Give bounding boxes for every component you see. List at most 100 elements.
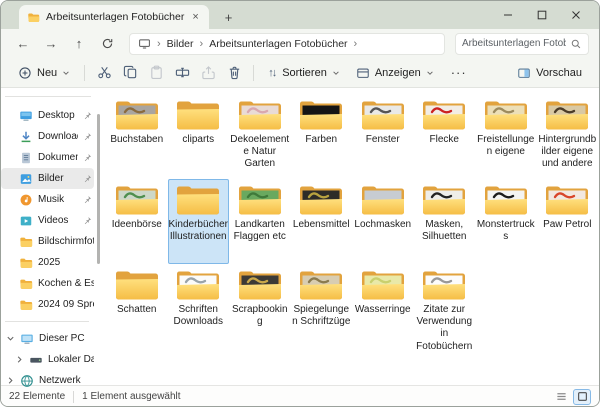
folder-schriften-downloads[interactable]: Schriften Downloads bbox=[168, 264, 230, 349]
share-icon[interactable] bbox=[196, 61, 220, 85]
search-box bbox=[455, 33, 589, 55]
folder-icon bbox=[27, 11, 40, 24]
folder-content-area: BuchstabenclipartsDekoelemente Natur Gar… bbox=[101, 88, 599, 385]
preview-button[interactable]: Vorschau bbox=[510, 61, 589, 85]
sidebar-item-dieser-pc[interactable]: Dieser PC bbox=[1, 328, 94, 349]
sidebar-item-label: Lokaler Datent bbox=[48, 354, 94, 365]
folder-buchstaben[interactable]: Buchstaben bbox=[106, 94, 168, 179]
sidebar-item-label: Desktop bbox=[38, 110, 78, 121]
pin-icon bbox=[83, 153, 92, 162]
back-icon[interactable]: ← bbox=[11, 33, 35, 55]
chevron-right-icon[interactable]: › bbox=[354, 38, 358, 50]
folder-name: Hintergrundbilder eigene und andere bbox=[537, 134, 597, 171]
folder-kinderbücher-illustrationen[interactable]: Kinderbücher Illustrationen bbox=[168, 179, 230, 264]
monitor-icon bbox=[138, 37, 151, 50]
sidebar-item-bilder[interactable]: Bilder bbox=[1, 168, 94, 189]
folder-flecke[interactable]: Flecke bbox=[414, 94, 476, 179]
folder-fenster[interactable]: Fenster bbox=[352, 94, 414, 179]
copy-icon[interactable] bbox=[118, 61, 142, 85]
drive-icon bbox=[29, 353, 43, 367]
folder-ideenbörse[interactable]: Ideenbörse bbox=[106, 179, 168, 264]
folder-scrapbooking[interactable]: Scrapbooking bbox=[229, 264, 291, 349]
folder-cliparts[interactable]: cliparts bbox=[168, 94, 230, 179]
folder-icon bbox=[19, 256, 33, 270]
sidebar-item-netzwerk[interactable]: Netzwerk bbox=[1, 370, 94, 391]
search-input[interactable] bbox=[462, 38, 566, 49]
folder-dekoelemente-natur-garten[interactable]: Dekoelemente Natur Garten bbox=[229, 94, 291, 179]
folder-hintergrundbilder-eigene-und-andere[interactable]: Hintergrundbilder eigene und andere bbox=[537, 94, 599, 179]
folder-monstertrucks[interactable]: Monstertrucks bbox=[475, 179, 537, 264]
folder-wasserringe[interactable]: Wasserringe bbox=[352, 264, 414, 349]
sidebar-item-label: 2025 bbox=[38, 257, 94, 268]
folder-name: Spiegelungen Schriftzüge bbox=[291, 304, 351, 328]
forward-icon[interactable]: → bbox=[39, 33, 63, 55]
sidebar-item-label: Dieser PC bbox=[39, 333, 94, 344]
document-icon bbox=[19, 151, 33, 165]
folder-name: Flecke bbox=[414, 134, 474, 146]
pin-icon bbox=[83, 216, 92, 225]
folder-freistellungen-eigene[interactable]: Freistellungen eigene bbox=[475, 94, 537, 179]
up-icon[interactable]: ↑ bbox=[67, 33, 91, 55]
delete-icon[interactable] bbox=[222, 61, 246, 85]
new-button[interactable]: Neu bbox=[11, 61, 77, 85]
chevron-down-icon bbox=[332, 69, 340, 77]
folder-name: Dekoelemente Natur Garten bbox=[230, 134, 290, 171]
close-tab-icon[interactable]: × bbox=[190, 12, 200, 23]
rename-icon[interactable] bbox=[170, 61, 194, 85]
pin-icon bbox=[83, 111, 92, 120]
sidebar-item-lokaler-datent[interactable]: Lokaler Datent bbox=[1, 349, 94, 370]
folder-schatten[interactable]: Schatten bbox=[106, 264, 168, 349]
more-options-icon[interactable]: ··· bbox=[443, 65, 475, 80]
chevron-down-icon[interactable] bbox=[6, 334, 15, 343]
sort-button[interactable]: ↑↓ Sortieren bbox=[261, 61, 347, 85]
sidebar-item-dokumente[interactable]: Dokumente bbox=[1, 147, 94, 168]
folder-icon bbox=[19, 277, 33, 291]
chevron-right-icon[interactable] bbox=[6, 376, 15, 385]
new-tab-button[interactable]: + bbox=[219, 10, 239, 25]
breadcrumb-bilder[interactable]: Bilder bbox=[167, 38, 194, 50]
sidebar-item-desktop[interactable]: Desktop bbox=[1, 105, 94, 126]
navigation-pane: Desktop Downloads DokumenteBilderMusikVide… bbox=[1, 88, 101, 385]
sidebar-item-2025[interactable]: 2025 bbox=[1, 252, 94, 273]
maximize-icon[interactable] bbox=[525, 2, 559, 28]
close-icon[interactable] bbox=[559, 2, 593, 28]
folder-icon bbox=[297, 97, 345, 133]
paste-icon[interactable] bbox=[144, 61, 168, 85]
sidebar-item-2024-09-spree-f[interactable]: 2024 09 Spree-F bbox=[1, 294, 94, 315]
sidebar-item-bildschirmfotos[interactable]: Bildschirmfotos bbox=[1, 231, 94, 252]
folder-icon bbox=[543, 182, 591, 218]
sidebar-item-musik[interactable]: Musik bbox=[1, 189, 94, 210]
folder-zitate-zur-verwendung-in-fotobüchern[interactable]: Zitate zur Verwendung in Fotobüchern bbox=[414, 264, 476, 349]
folder-masken-silhuetten[interactable]: Masken, Silhuetten bbox=[414, 179, 476, 264]
list-view-icon[interactable] bbox=[552, 389, 570, 405]
folder-lochmasken[interactable]: Lochmasken bbox=[352, 179, 414, 264]
large-icons-view-icon[interactable] bbox=[573, 389, 591, 405]
network-icon bbox=[20, 374, 34, 388]
folder-icon bbox=[113, 182, 161, 218]
folder-lebensmittel[interactable]: Lebensmittel bbox=[291, 179, 353, 264]
chevron-right-icon[interactable] bbox=[15, 355, 24, 364]
folder-farben[interactable]: Farben bbox=[291, 94, 353, 179]
folder-name: cliparts bbox=[168, 134, 228, 146]
breadcrumb: › Bilder › Arbeitsunterlagen Fotobücher … bbox=[129, 33, 445, 55]
view-button[interactable]: Anzeigen bbox=[349, 61, 441, 85]
folder-paw-petrol[interactable]: Paw Petrol bbox=[537, 179, 599, 264]
folder-icon bbox=[236, 97, 284, 133]
pc-icon bbox=[20, 332, 34, 346]
sidebar-item-downloads[interactable]: Downloads bbox=[1, 126, 94, 147]
tab-current-folder[interactable]: Arbeitsunterlagen Fotobücher × bbox=[19, 5, 209, 29]
minimize-icon[interactable] bbox=[491, 2, 525, 28]
folder-icon bbox=[420, 97, 468, 133]
sidebar-item-label: Downloads bbox=[38, 131, 78, 142]
sidebar-scrollbar[interactable] bbox=[97, 114, 100, 264]
sidebar-item-kochen-essen[interactable]: Kochen & Essen bbox=[1, 273, 94, 294]
cut-icon[interactable] bbox=[92, 61, 116, 85]
folder-spiegelungen-schriftzüge[interactable]: Spiegelungen Schriftzüge bbox=[291, 264, 353, 349]
folder-landkarten-flaggen-etc[interactable]: Landkarten Flaggen etc bbox=[229, 179, 291, 264]
folder-icon bbox=[359, 267, 407, 303]
sidebar-item-videos[interactable]: Videos bbox=[1, 210, 94, 231]
breadcrumb-arbeitsunterlagen[interactable]: Arbeitsunterlagen Fotobücher bbox=[209, 38, 347, 50]
sidebar-item-label: Netzwerk bbox=[39, 375, 94, 386]
refresh-icon[interactable] bbox=[95, 33, 119, 55]
folder-icon bbox=[297, 267, 345, 303]
